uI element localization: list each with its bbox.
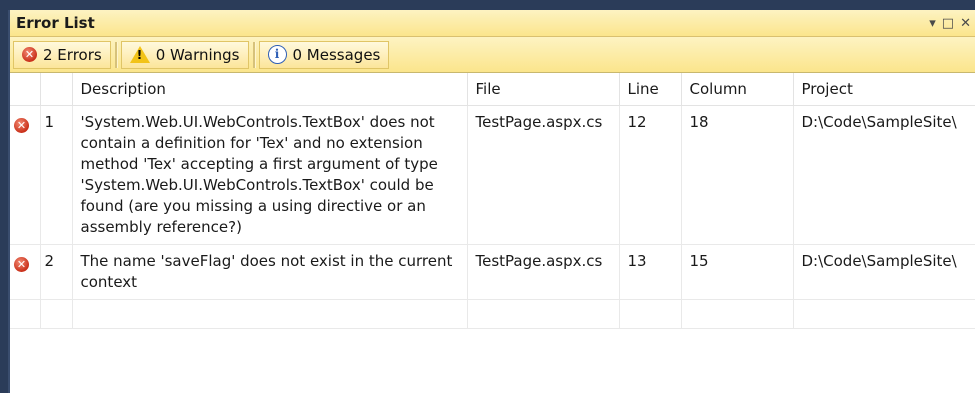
- line-column-header[interactable]: Line: [619, 73, 682, 106]
- row-file: TestPage.aspx.cs: [467, 244, 620, 300]
- row-icon-cell: ✕: [10, 105, 41, 245]
- error-list-window: Error List ▾ □ ✕ ✕ 2 Errors ! 0 Warnings…: [8, 10, 975, 393]
- table-row[interactable]: ✕ 2 The name 'saveFlag' does not exist i…: [10, 244, 975, 300]
- row-icon-cell: ✕: [10, 244, 41, 300]
- empty-cell: [619, 299, 682, 329]
- empty-row: [10, 299, 975, 329]
- warnings-filter-button[interactable]: ! 0 Warnings: [120, 40, 249, 69]
- empty-cell: [72, 299, 468, 329]
- icon-column-header[interactable]: [10, 73, 41, 106]
- empty-cell: [467, 299, 620, 329]
- messages-filter-label: 0 Messages: [292, 45, 381, 64]
- row-number: 2: [40, 244, 73, 300]
- messages-filter-button[interactable]: i 0 Messages: [258, 40, 390, 69]
- project-column-header[interactable]: Project: [793, 73, 975, 106]
- error-icon: ✕: [14, 257, 29, 272]
- dropdown-icon[interactable]: ▾: [929, 16, 936, 31]
- errors-filter-label: 2 Errors: [43, 45, 102, 64]
- close-icon[interactable]: ✕: [960, 16, 971, 31]
- empty-cell: [10, 299, 41, 329]
- row-project: D:\Code\SampleSite\: [793, 244, 975, 300]
- table-row[interactable]: ✕ 1 'System.Web.UI.WebControls.TextBox' …: [10, 105, 975, 245]
- filter-toolbar: ✕ 2 Errors ! 0 Warnings i 0 Messages: [10, 37, 975, 73]
- toolbar-separator: [252, 41, 255, 68]
- window-title: Error List: [16, 14, 95, 32]
- row-line: 13: [619, 244, 682, 300]
- errors-filter-button[interactable]: ✕ 2 Errors: [13, 40, 111, 69]
- row-description: The name 'saveFlag' does not exist in th…: [72, 244, 468, 300]
- empty-cell: [681, 299, 794, 329]
- error-table: Description File Line Column Project ✕ 1…: [10, 73, 975, 329]
- header-row: Description File Line Column Project: [10, 73, 975, 106]
- row-description: 'System.Web.UI.WebControls.TextBox' does…: [72, 105, 468, 245]
- title-bar: Error List ▾ □ ✕: [10, 10, 975, 37]
- number-column-header[interactable]: [40, 73, 73, 106]
- empty-cell: [793, 299, 975, 329]
- window-controls: ▾ □ ✕: [929, 16, 971, 31]
- warnings-filter-label: 0 Warnings: [155, 45, 240, 64]
- toolbar-separator: [114, 41, 117, 68]
- column-column-header[interactable]: Column: [681, 73, 794, 106]
- row-column: 15: [681, 244, 794, 300]
- row-file: TestPage.aspx.cs: [467, 105, 620, 245]
- file-column-header[interactable]: File: [467, 73, 620, 106]
- maximize-icon[interactable]: □: [942, 16, 954, 31]
- error-icon: ✕: [14, 118, 29, 133]
- row-line: 12: [619, 105, 682, 245]
- error-icon: ✕: [22, 47, 37, 62]
- empty-cell: [40, 299, 73, 329]
- row-column: 18: [681, 105, 794, 245]
- description-column-header[interactable]: Description: [72, 73, 468, 106]
- row-project: D:\Code\SampleSite\: [793, 105, 975, 245]
- info-icon: i: [267, 45, 287, 64]
- row-number: 1: [40, 105, 73, 245]
- warning-icon: !: [129, 46, 150, 63]
